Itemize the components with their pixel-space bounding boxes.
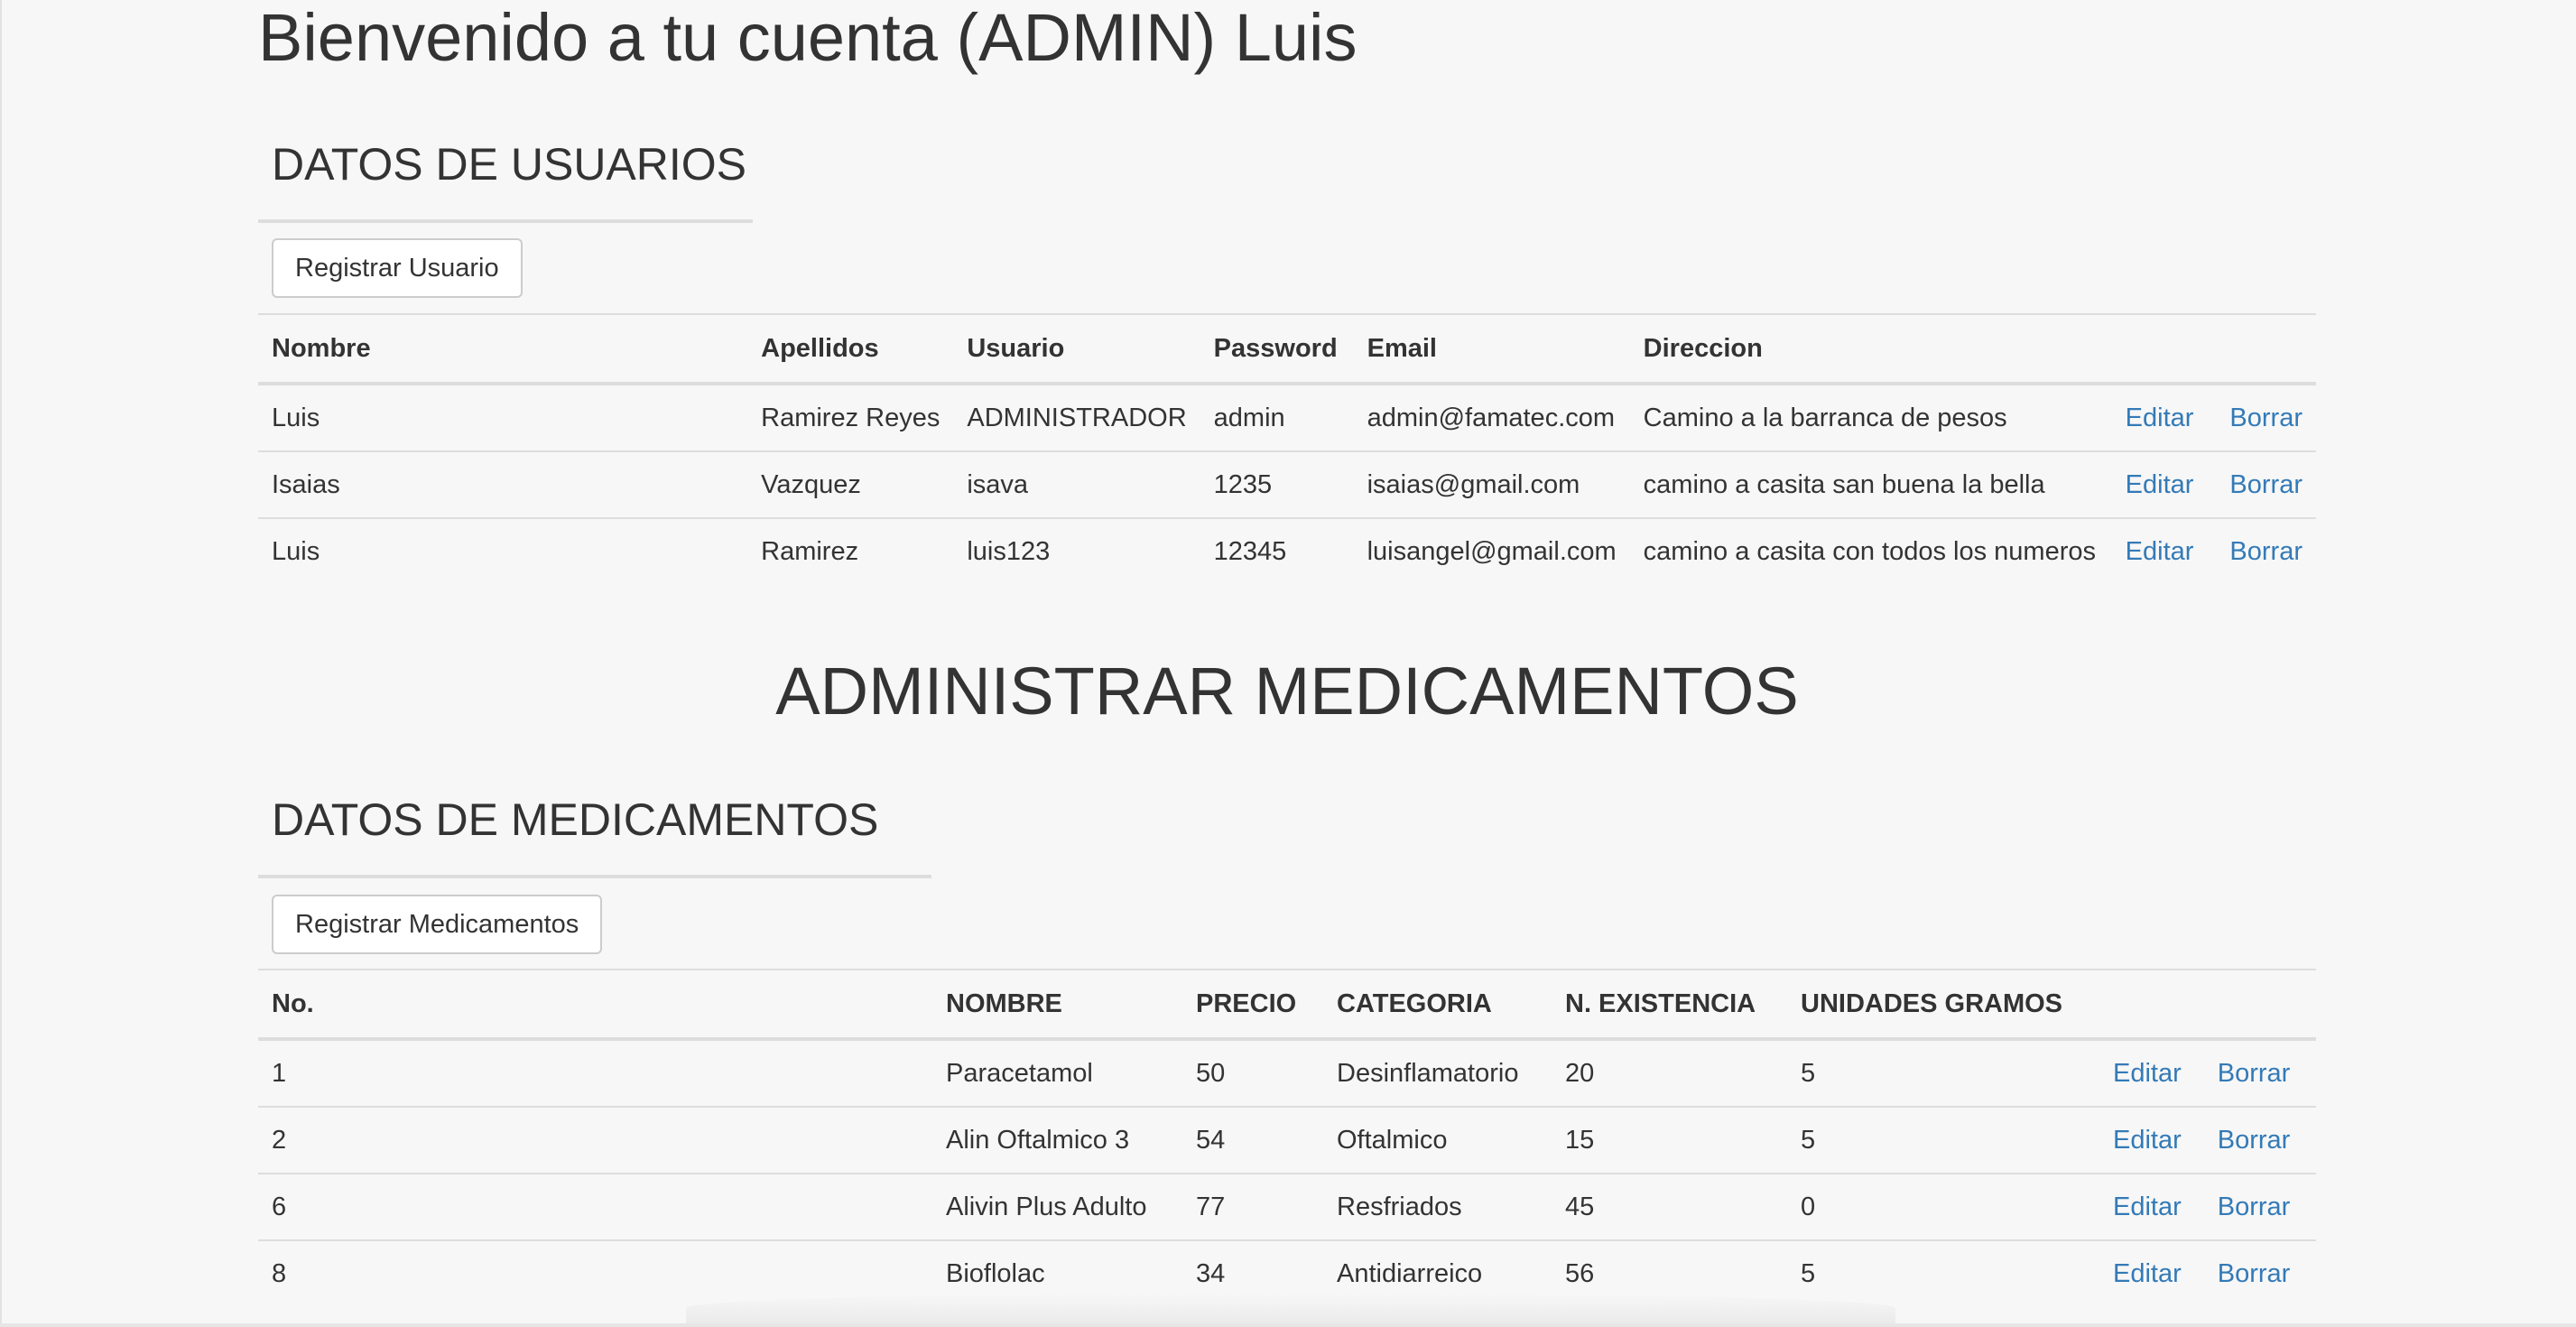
delete-medicine-link[interactable]: Borrar — [2218, 1126, 2291, 1155]
cell-no: 8 — [258, 1239, 932, 1306]
column-header-precio: PRECIO — [1182, 969, 1323, 1041]
delete-user-link[interactable]: Borrar — [2229, 404, 2303, 432]
cell-unidades: 0 — [1787, 1173, 2099, 1240]
page-left-border — [0, 0, 2, 1327]
cell-existencia: 15 — [1552, 1106, 1787, 1174]
cell-unidades: 5 — [1787, 1106, 2099, 1174]
column-header-categoria: CATEGORIA — [1323, 969, 1552, 1041]
users-heading-divider — [258, 219, 753, 223]
cell-direccion: Camino a la barranca de pesos — [1643, 403, 2007, 432]
edit-medicine-link[interactable]: Editar — [2113, 1059, 2182, 1088]
cell-actions: Editar Borrar — [2111, 517, 2316, 584]
cell-direccion: camino a casita con todos los numeros — [1629, 517, 2112, 584]
cell-apellidos: Ramirez Reyes — [761, 403, 941, 432]
cell-email: admin@famatec.com — [1367, 403, 1616, 432]
column-header-actions — [2099, 969, 2316, 1041]
cell-categoria: Desinflamatorio — [1337, 1058, 1519, 1088]
column-header-apellidos: Apellidos — [747, 313, 954, 385]
register-user-button[interactable]: Registrar Usuario — [272, 238, 523, 298]
column-header-unidades: UNIDADES GRAMOS — [1787, 969, 2099, 1041]
column-header-existencia: N. EXISTENCIA — [1552, 969, 1787, 1041]
delete-medicine-link[interactable]: Borrar — [2218, 1192, 2291, 1221]
cell-nombre: Luis — [258, 517, 748, 584]
cell-unidades: 5 — [1801, 1058, 1816, 1088]
table-row: 2 Alin Oftalmico 3 54 Oftalmico 15 5 Edi… — [258, 1106, 2316, 1174]
users-section-heading: DATOS DE USUARIOS — [272, 139, 747, 190]
cell-actions: Editar Borrar — [2111, 450, 2316, 518]
medicines-table-header-row: No. NOMBRE PRECIO CATEGORIA N. EXISTENCI… — [258, 969, 2316, 1041]
cell-precio: 54 — [1182, 1106, 1323, 1174]
delete-medicine-link[interactable]: Borrar — [2218, 1059, 2291, 1088]
cell-password: 1235 — [1200, 450, 1354, 518]
table-row: Luis Ramirez Reyes ADMINISTRADOR admin a… — [258, 384, 2316, 451]
table-row: 6 Alivin Plus Adulto 77 Resfriados 45 0 … — [258, 1173, 2316, 1240]
cell-existencia: 45 — [1552, 1173, 1787, 1240]
cell-unidades: 5 — [1787, 1239, 2099, 1306]
cell-actions: Editar Borrar — [2099, 1106, 2316, 1174]
cell-direccion: camino a casita san buena la bella — [1629, 450, 2112, 518]
cell-apellidos: Ramirez — [747, 517, 954, 584]
medicines-heading-divider — [258, 875, 931, 878]
cell-nombre: Alivin Plus Adulto — [932, 1173, 1182, 1240]
users-table-header-row: Nombre Apellidos Usuario Password Email … — [258, 313, 2316, 385]
page-bottom-shadow — [686, 1293, 1895, 1323]
column-header-nombre: NOMBRE — [932, 969, 1182, 1041]
edit-medicine-link[interactable]: Editar — [2113, 1259, 2182, 1288]
delete-user-link[interactable]: Borrar — [2229, 537, 2303, 566]
cell-no: 6 — [258, 1173, 932, 1240]
column-header-direccion: Direccion — [1629, 313, 2112, 385]
cell-email: isaias@gmail.com — [1353, 450, 1630, 518]
edit-medicine-link[interactable]: Editar — [2113, 1192, 2182, 1221]
cell-apellidos: Vazquez — [747, 450, 954, 518]
cell-actions: Editar Borrar — [2099, 1173, 2316, 1240]
cell-actions: Editar Borrar — [2099, 1039, 2316, 1107]
delete-medicine-link[interactable]: Borrar — [2218, 1259, 2291, 1288]
cell-nombre: Isaias — [258, 450, 748, 518]
cell-precio: 77 — [1182, 1173, 1323, 1240]
table-row: Luis Ramirez luis123 12345 luisangel@gma… — [258, 517, 2316, 584]
cell-no: 2 — [258, 1106, 932, 1174]
column-header-email: Email — [1353, 313, 1630, 385]
column-header-password: Password — [1200, 313, 1354, 385]
cell-categoria: Resfriados — [1323, 1173, 1552, 1240]
page-bottom-border — [0, 1323, 2576, 1327]
cell-actions: Editar Borrar — [2112, 384, 2316, 451]
cell-no: 1 — [272, 1058, 287, 1088]
cell-nombre: Luis — [272, 403, 320, 432]
column-header-usuario: Usuario — [953, 313, 1200, 385]
cell-precio: 50 — [1196, 1058, 1226, 1088]
cell-nombre: Alin Oftalmico 3 — [932, 1106, 1182, 1174]
cell-categoria: Oftalmico — [1323, 1106, 1552, 1174]
medicines-admin-title: ADMINISTRAR MEDICAMENTOS — [775, 654, 1799, 728]
cell-usuario: luis123 — [953, 517, 1200, 584]
cell-usuario: ADMINISTRADOR — [967, 403, 1187, 432]
users-table: Nombre Apellidos Usuario Password Email … — [258, 313, 2316, 584]
cell-existencia: 20 — [1565, 1058, 1595, 1088]
table-row: 1 Paracetamol 50 Desinflamatorio 20 5 Ed… — [258, 1039, 2316, 1107]
cell-nombre: Paracetamol — [946, 1058, 1093, 1088]
page-title: Bienvenido a tu cuenta (ADMIN) Luis — [258, 0, 1357, 75]
cell-password: admin — [1213, 403, 1285, 432]
cell-usuario: isava — [953, 450, 1200, 518]
medicines-section-heading: DATOS DE MEDICAMENTOS — [272, 794, 879, 845]
column-header-nombre: Nombre — [258, 313, 748, 385]
delete-user-link[interactable]: Borrar — [2229, 470, 2303, 499]
table-row: Isaias Vazquez isava 1235 isaias@gmail.c… — [258, 450, 2316, 518]
edit-user-link[interactable]: Editar — [2126, 470, 2194, 499]
column-header-actions — [2111, 313, 2316, 385]
edit-medicine-link[interactable]: Editar — [2113, 1126, 2182, 1155]
cell-password: 12345 — [1200, 517, 1354, 584]
cell-actions: Editar Borrar — [2099, 1239, 2316, 1306]
cell-email: luisangel@gmail.com — [1353, 517, 1630, 584]
edit-user-link[interactable]: Editar — [2126, 537, 2194, 566]
edit-user-link[interactable]: Editar — [2126, 404, 2194, 432]
column-header-no: No. — [258, 969, 932, 1041]
register-medicine-button[interactable]: Registrar Medicamentos — [272, 895, 603, 954]
medicines-table: No. NOMBRE PRECIO CATEGORIA N. EXISTENCI… — [258, 969, 2316, 1306]
